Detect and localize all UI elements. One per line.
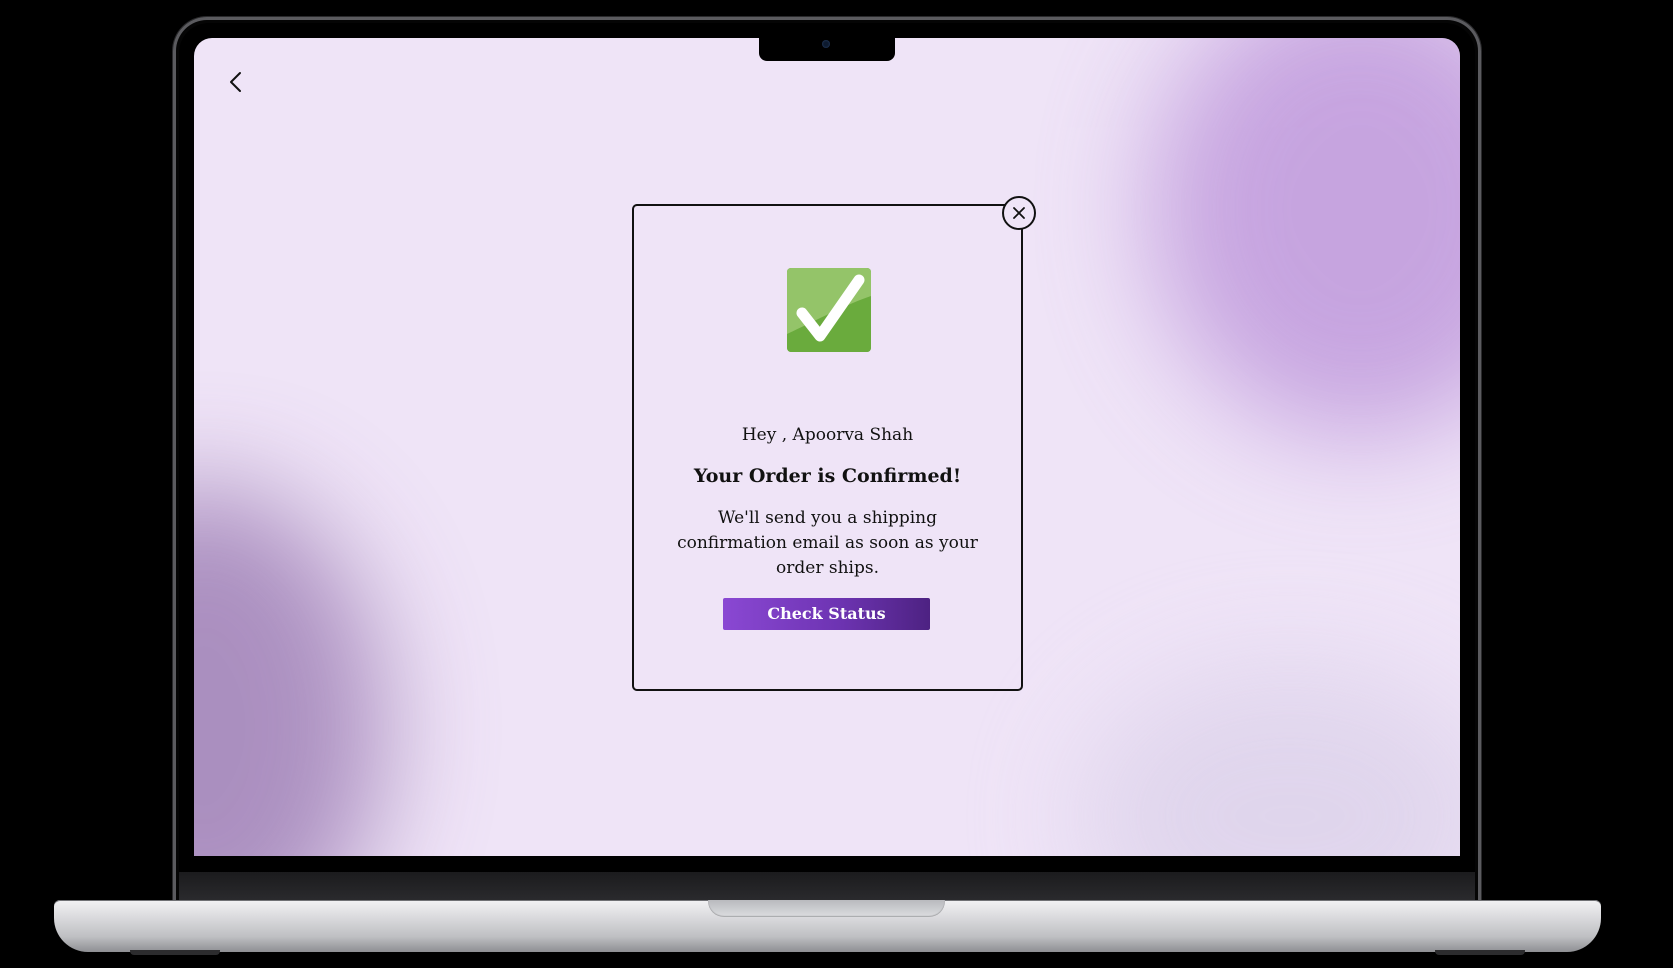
laptop-opening-notch xyxy=(708,900,945,917)
back-button[interactable] xyxy=(224,70,248,94)
dialog-message: We'll send you a shipping confirmation e… xyxy=(677,508,978,578)
camera-notch xyxy=(759,38,895,61)
greeting-text: Hey , Apoorva Shah xyxy=(741,425,914,445)
laptop-foot xyxy=(1435,950,1525,955)
check-status-button[interactable]: Check Status xyxy=(723,598,930,630)
laptop-foot xyxy=(130,950,220,955)
dialog-title: Your Order is Confirmed! xyxy=(693,465,962,487)
screen: Hey , Apoorva Shah Your Order is Confirm… xyxy=(194,38,1460,856)
background-blob xyxy=(194,486,384,856)
camera-icon xyxy=(822,40,830,48)
check-mark-icon xyxy=(787,268,871,352)
order-confirmation-dialog: Hey , Apoorva Shah Your Order is Confirm… xyxy=(632,204,1023,691)
laptop-frame: Hey , Apoorva Shah Your Order is Confirm… xyxy=(0,0,1673,968)
background-blob xyxy=(1080,666,1460,856)
close-icon xyxy=(1013,207,1025,219)
close-button[interactable] xyxy=(1002,196,1036,230)
laptop-chin xyxy=(179,872,1475,902)
background-blob xyxy=(1150,38,1460,438)
chevron-left-icon xyxy=(230,72,241,92)
